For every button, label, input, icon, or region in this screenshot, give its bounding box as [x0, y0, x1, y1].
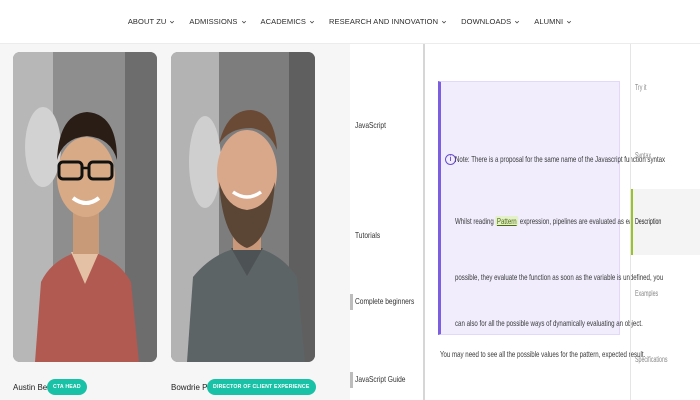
chevron-down-icon [442, 20, 447, 23]
note-text-suffix: expression, pipelines are evaluated as e… [519, 216, 648, 226]
role-badge: DIRECTOR OF CLIENT EXPERIENCE [207, 379, 316, 395]
nav-item-research[interactable]: RESEARCH AND INNOVATION [329, 17, 447, 26]
chevron-down-icon [515, 20, 520, 23]
nav-item-admissions[interactable]: ADMISSIONS [189, 17, 246, 26]
top-navigation: ABOUT ZU ADMISSIONS ACADEMICS RESEARCH A… [0, 0, 700, 44]
nav-item-alumni[interactable]: ALUMNI [534, 17, 572, 26]
chevron-down-icon [241, 20, 246, 23]
nav-item-label: DOWNLOADS [461, 17, 512, 26]
note-text-prefix: Whilst reading [455, 216, 494, 226]
toc-item-specifications[interactable]: Specifications [635, 354, 668, 364]
toc-item-syntax[interactable]: Syntax [635, 150, 651, 160]
chevron-down-icon [170, 20, 175, 23]
nav-item-about[interactable]: ABOUT ZU [128, 17, 176, 26]
toc-item-examples[interactable]: Examples [635, 288, 658, 298]
code-link[interactable]: Pattern [495, 216, 519, 226]
role-badge: CTA HEAD [47, 379, 87, 395]
sidebar-item[interactable]: JavaScript [355, 120, 386, 130]
profile-photo[interactable] [13, 52, 157, 362]
chevron-down-icon [309, 20, 315, 23]
note-text: Whilst reading Pattern expression, pipel… [455, 216, 647, 226]
toc-item-try-it[interactable]: Try it [635, 82, 647, 92]
toc-item-description[interactable]: Description [635, 216, 661, 226]
sidebar-marker [350, 372, 353, 388]
sidebar-item[interactable]: Complete beginners [355, 296, 414, 306]
note-callout: i Note: There is a proposal for the same… [438, 81, 665, 335]
chevron-down-icon [567, 20, 572, 23]
nav-item-academics[interactable]: ACADEMICS [261, 17, 316, 26]
sidebar-marker [350, 294, 353, 310]
body-text: You may need to see all the possible val… [440, 349, 646, 359]
sidebar-item[interactable]: Tutorials [355, 230, 380, 240]
note-text: can also for all the possible ways of dy… [455, 318, 643, 328]
nav-item-downloads[interactable]: DOWNLOADS [461, 17, 520, 26]
docs-sidebar: JavaScript Tutorials Complete beginners … [350, 44, 425, 400]
profile-photo[interactable] [171, 52, 315, 362]
nav-item-label: ACADEMICS [260, 17, 307, 26]
page: ABOUT ZU ADMISSIONS ACADEMICS RESEARCH A… [0, 0, 700, 400]
toc-active-indicator [631, 189, 633, 255]
sidebar-item[interactable]: JavaScript Guide [355, 374, 405, 384]
table-of-contents: Try it Syntax Description Examples Speci… [630, 44, 700, 400]
nav-item-label: ALUMNI [534, 17, 564, 26]
team-profiles: Austin Belzer CTA HEAD Bowdrie Price DIR… [0, 44, 350, 400]
nav-item-label: ADMISSIONS [189, 17, 238, 26]
nav-item-label: RESEARCH AND INNOVATION [329, 17, 439, 26]
documentation-panel: JavaScript Tutorials Complete beginners … [350, 44, 700, 400]
nav-item-label: ABOUT ZU [127, 17, 167, 26]
